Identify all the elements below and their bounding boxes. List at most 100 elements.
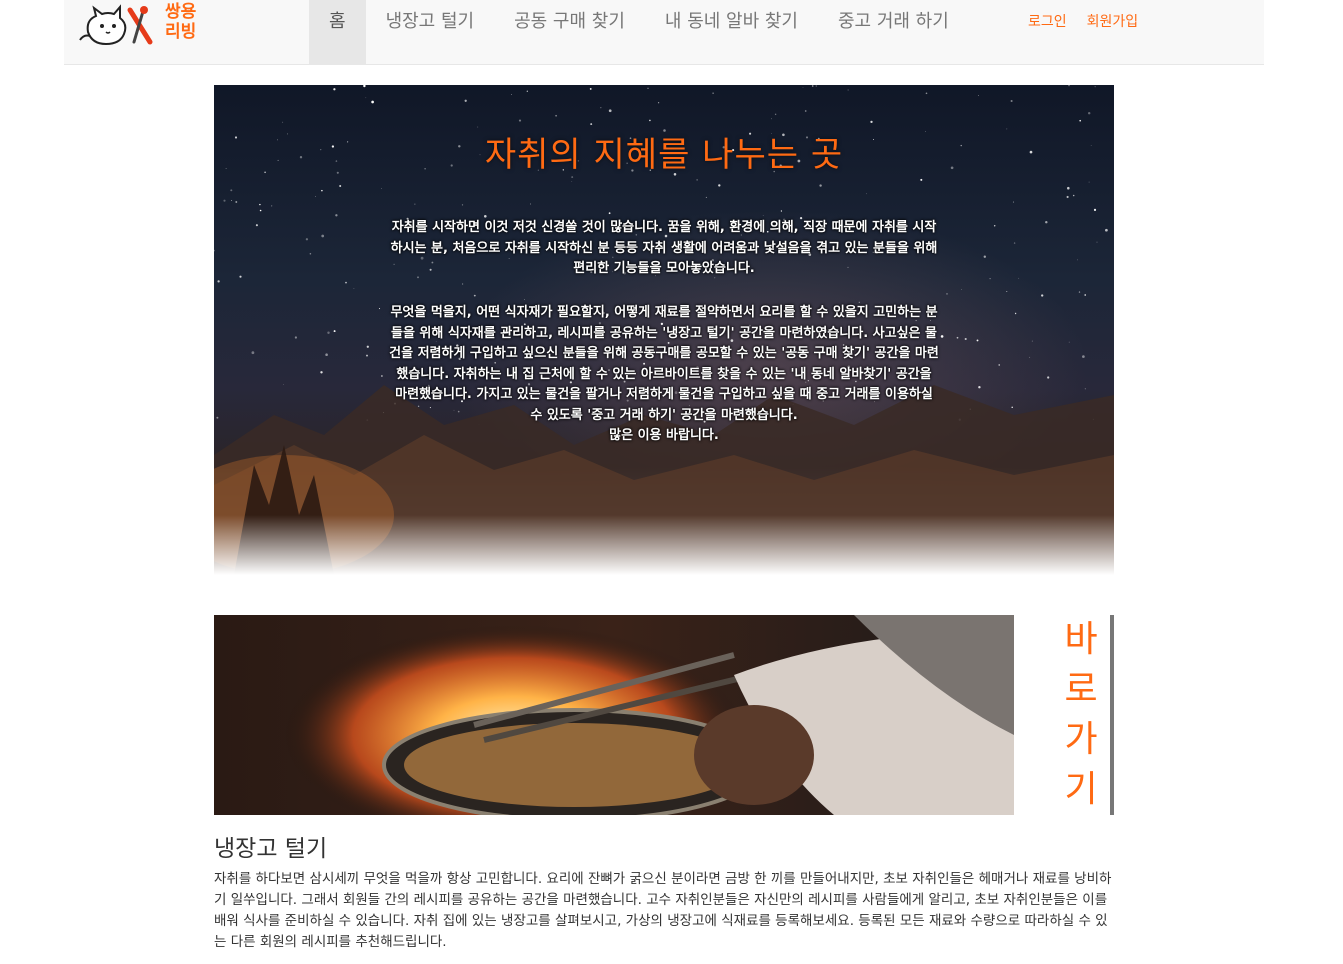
star [259,203,261,206]
star [819,184,822,187]
star [657,102,660,104]
star [327,331,330,334]
star [1029,356,1031,358]
star [1087,111,1091,115]
star [774,113,777,116]
hero-banner: 자취의 지혜를 나누는 곳 자취를 시작하면 이것 저것 신경쓸 것이 많습니다… [214,85,1114,575]
signup-link[interactable]: 회원가입 [1087,0,1139,44]
star [1078,291,1081,293]
star [371,100,374,104]
hero-title: 자취의 지혜를 나누는 곳 [484,135,844,175]
star [870,120,873,124]
star [1045,220,1048,224]
star [325,353,328,356]
star [214,249,215,252]
star [530,203,531,205]
star [464,99,467,102]
star [647,87,649,89]
shortcut-button[interactable]: 바로가기 [1014,615,1114,815]
star [345,281,347,284]
star [335,214,338,217]
star [946,293,948,295]
star [1079,119,1082,122]
star [712,92,714,94]
hero-fade [214,515,1114,575]
star [696,179,698,181]
star [1105,228,1108,232]
shortcut-label: 바로가기 [1064,619,1098,810]
star [866,193,867,195]
hero-paragraph-2-text: 무엇을 먹을지, 어떤 식자재가 필요할지, 어떻게 재료를 절약하면서 요리를… [389,305,939,423]
star [815,85,817,87]
star [321,189,323,192]
star [1018,277,1020,279]
star [473,294,476,297]
star [339,184,342,188]
star [1088,181,1090,183]
star [998,364,1000,366]
star [223,199,226,202]
star [381,375,383,377]
hero-paragraph-3-text: 많은 이용 바랍니다. [609,428,719,443]
star [1031,340,1033,342]
nav-item-used-trade[interactable]: 중고 거래 하기 [818,0,969,64]
nav-item-home[interactable]: 홈 [309,0,366,64]
brand-name-line1: 쌍용 [165,2,197,22]
star [1077,259,1078,261]
star [976,339,979,342]
brand-logo[interactable]: 쌍용 리빙 [78,2,218,50]
star [811,85,814,87]
star [920,178,923,181]
star [925,92,928,95]
star [1011,406,1013,409]
star [314,196,316,198]
nav-item-fridge[interactable]: 냉장고 털기 [366,0,495,64]
auth-links: 로그인 회원가입 [1028,0,1138,44]
star [1084,388,1086,390]
fridge-feature-image [214,615,1014,815]
star [231,200,233,202]
nav-item-local-jobs[interactable]: 내 동네 알바 찾기 [645,0,818,64]
star [333,88,336,91]
star [555,114,557,117]
brand-name-line2: 리빙 [165,22,197,42]
star [718,184,721,187]
star [1068,85,1070,87]
star [216,416,219,419]
cat-with-utensils-logo-icon [79,4,153,46]
login-link[interactable]: 로그인 [1028,0,1067,44]
star [363,85,366,88]
star [294,336,298,339]
hero-paragraph-2: 무엇을 먹을지, 어떤 식자재가 필요할지, 어떻게 재료를 절약하면서 요리를… [389,303,939,447]
star [571,176,574,179]
star [518,119,522,122]
star [983,255,986,258]
star [571,181,573,182]
star [321,234,325,238]
nav-item-group-buy[interactable]: 공동 구매 찾기 [494,0,645,64]
star [353,287,355,289]
star [524,299,525,300]
star [526,90,528,92]
star [235,201,238,203]
star [239,275,242,278]
star [1012,201,1015,203]
star [230,189,233,192]
star [271,205,273,207]
star [1068,341,1070,343]
star [961,288,963,290]
star [1084,294,1087,296]
star [956,336,959,339]
star [1072,194,1075,197]
star [378,308,381,310]
star [309,253,312,255]
star [978,95,980,96]
star [366,345,369,348]
star [1093,208,1097,211]
star [511,94,512,95]
star [365,97,367,99]
star [1006,291,1008,293]
star [762,215,764,217]
star [1014,312,1017,315]
page: 쌍용 리빙 홈 냉장고 털기 공동 구매 찾기 내 동네 알바 찾기 중고 거래… [0,0,1343,964]
